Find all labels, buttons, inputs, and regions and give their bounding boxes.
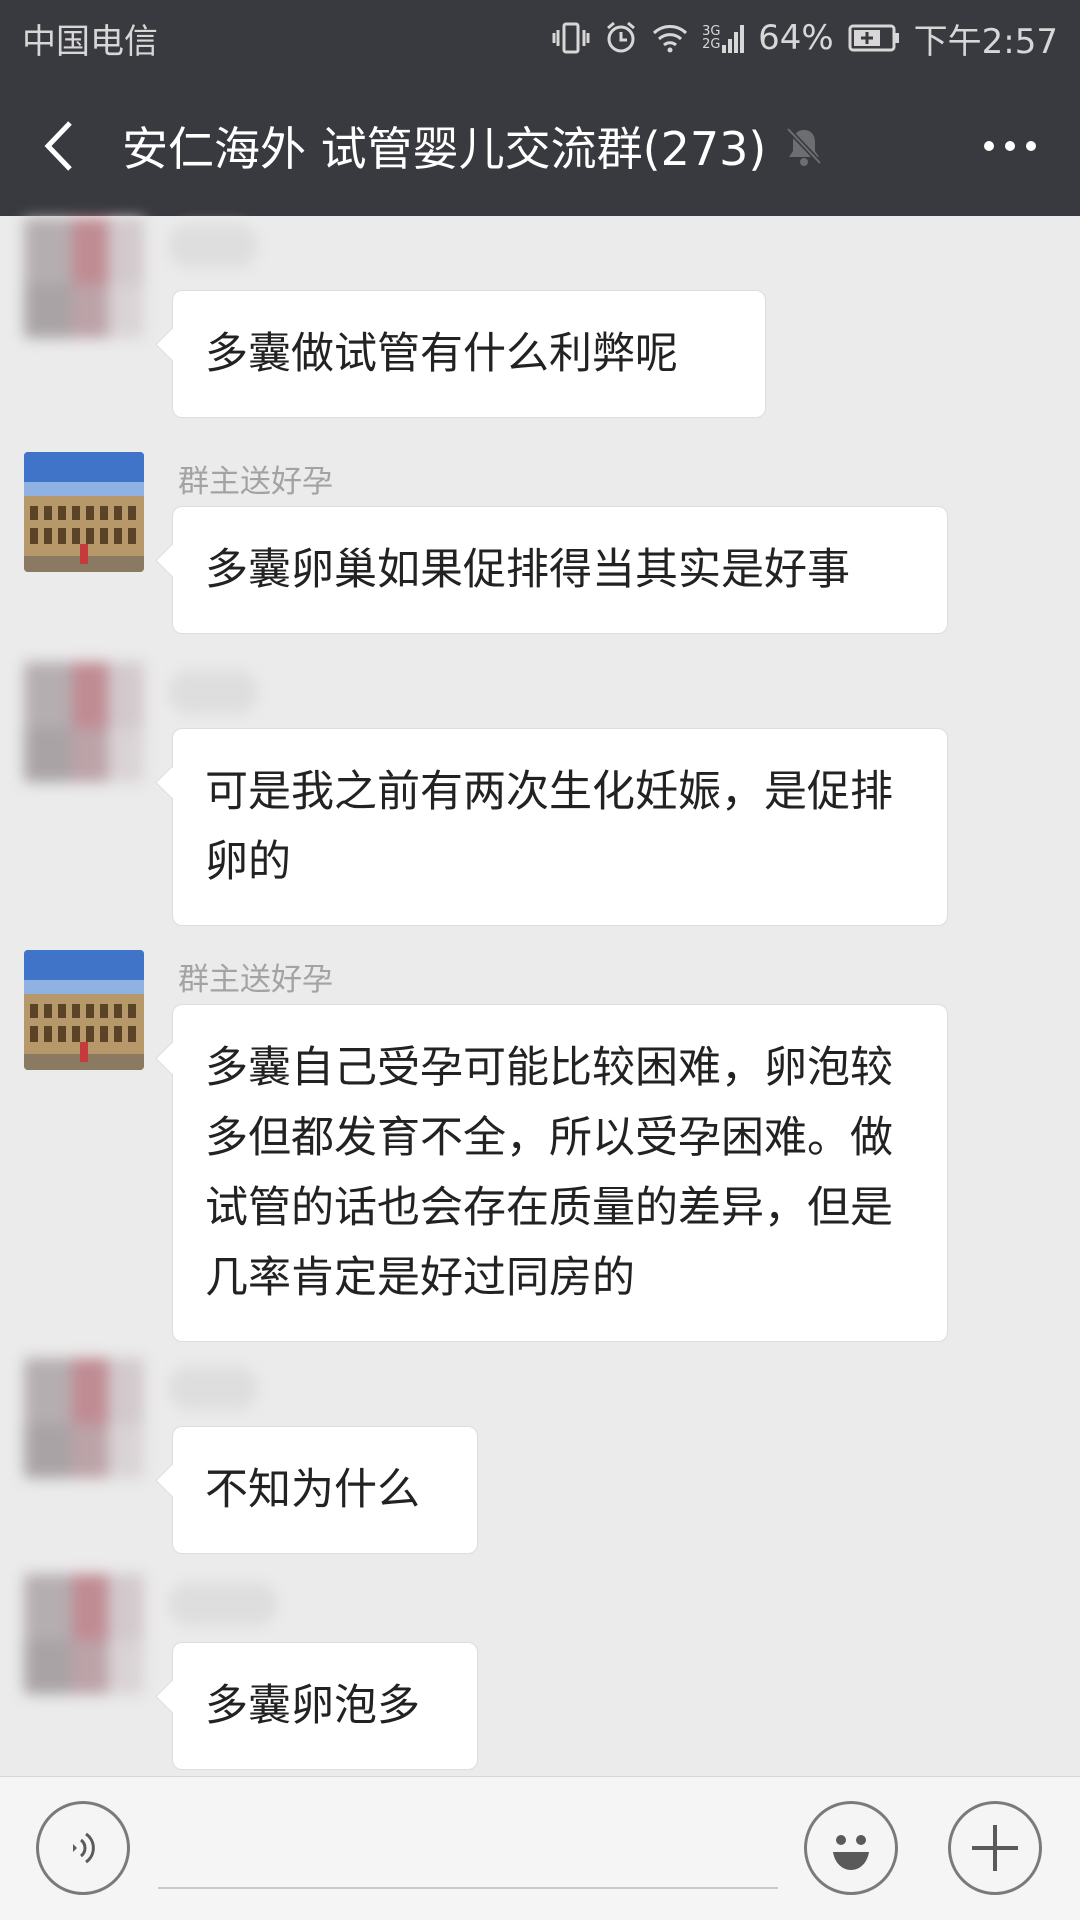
more-functions-button[interactable] [948,1801,1042,1895]
back-arrow-icon [44,121,72,171]
message-bubble[interactable]: 多囊卵泡多 [172,1642,478,1770]
emoji-icon [833,1835,869,1870]
voice-icon [73,1832,95,1864]
message-bubble[interactable]: 多囊做试管有什么利弊呢 [172,290,766,418]
sender-name-blurred [168,1582,278,1626]
status-bar: 中国电信 3G 2G 64% 下午2:57 [0,0,1080,76]
avatar[interactable] [24,452,144,572]
alarm-icon [604,21,638,55]
sender-name-blurred [168,224,258,268]
muted-bell-icon [784,125,824,167]
sender-name-blurred [168,1366,258,1410]
signal-icon: 3G 2G [702,23,745,53]
colosseum-photo [24,452,144,572]
battery-percent: 64% [758,18,834,58]
voice-button[interactable] [36,1801,130,1895]
sender-name: 群主送好孕 [178,962,333,998]
status-icons: 3G 2G 64% 下午2:57 [552,14,1058,63]
colosseum-photo [24,950,144,1070]
avatar[interactable] [24,218,144,338]
message-bubble[interactable]: 多囊卵巢如果促排得当其实是好事 [172,506,948,634]
sender-name: 群主送好孕 [178,464,333,500]
more-dots-icon [984,141,1036,151]
plus-icon [972,1825,1018,1871]
avatar[interactable] [24,1574,144,1694]
avatar[interactable] [24,1358,144,1478]
chat-header: 安仁海外 试管婴儿交流群(273) [0,76,1080,216]
message-bubble[interactable]: 多囊自己受孕可能比较困难，卵泡较多但都发育不全，所以受孕困难。做试管的话也会存在… [172,1004,948,1342]
page-title: 安仁海外 试管婴儿交流群(273) [122,122,767,176]
message-bubble[interactable]: 不知为什么 [172,1426,478,1554]
message-bubble[interactable]: 可是我之前有两次生化妊娠，是促排卵的 [172,728,948,926]
network-label: 3G 2G [702,24,721,52]
carrier-label: 中国电信 [22,21,158,62]
more-options-button[interactable] [970,76,1050,216]
avatar[interactable] [24,950,144,1070]
avatar[interactable] [24,662,144,782]
battery-charging-icon [848,24,900,52]
vibrate-icon [552,21,590,55]
time-label: 下午2:57 [913,21,1058,62]
emoji-button[interactable] [804,1801,898,1895]
back-button[interactable] [0,76,118,216]
message-input[interactable] [158,1887,778,1889]
wifi-icon [652,23,688,53]
message-list[interactable]: 多囊做试管有什么利弊呢 群主送好孕 多囊卵巢如果促排得当其实是好事 可是我之前有… [0,216,1080,1776]
input-bar [0,1776,1080,1920]
sender-name-blurred [168,670,258,714]
